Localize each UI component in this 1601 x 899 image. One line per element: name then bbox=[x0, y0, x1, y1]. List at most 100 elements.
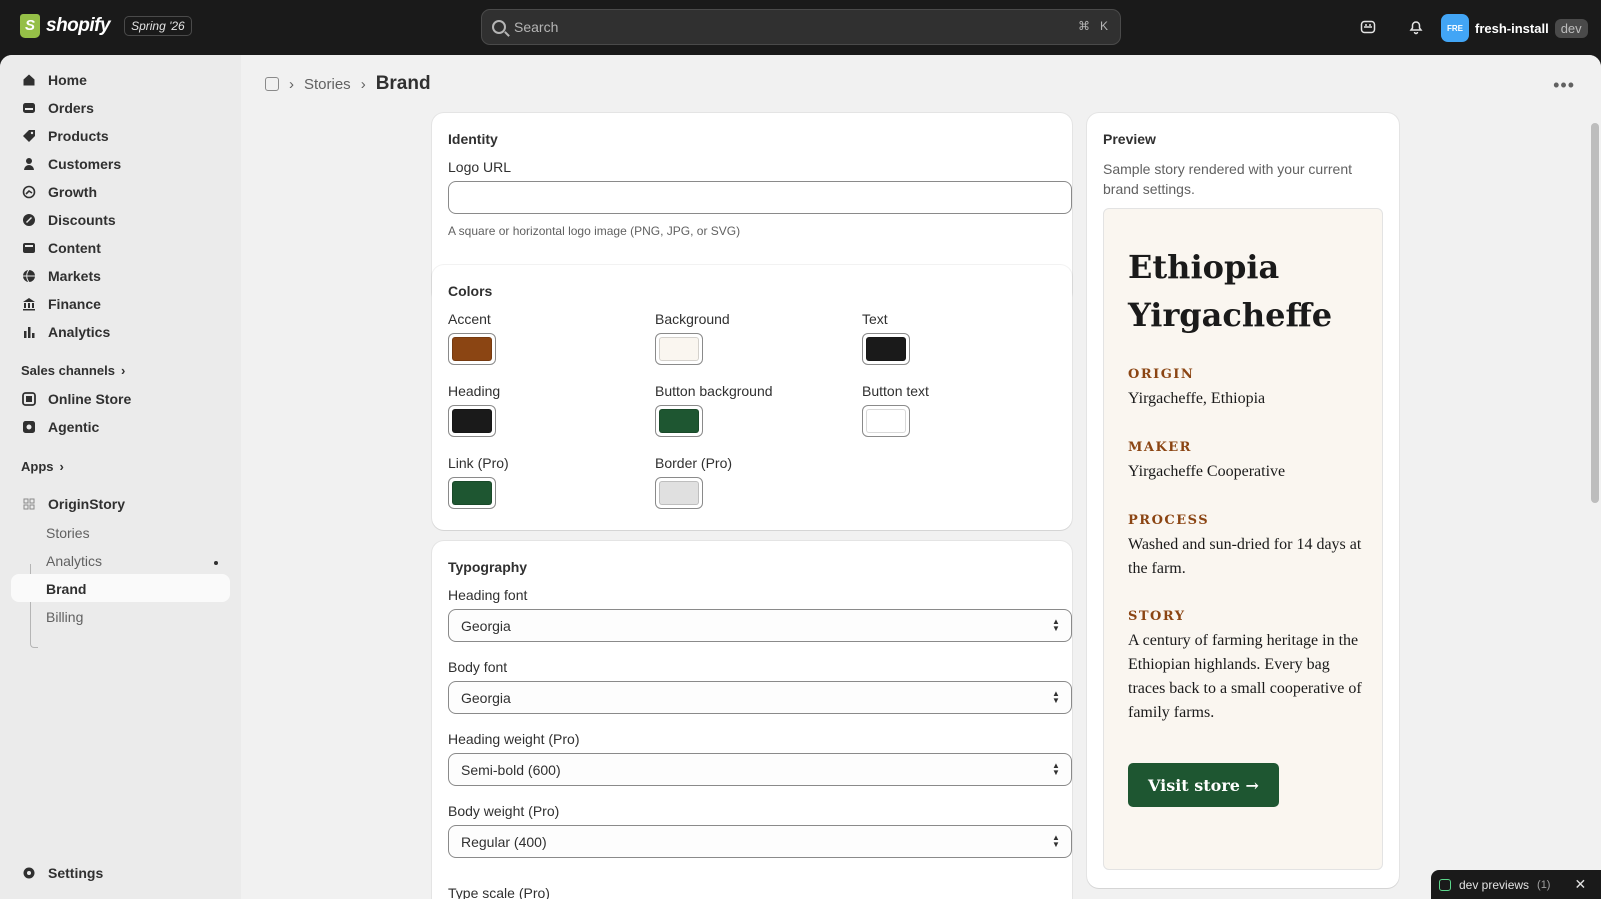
agentic-icon bbox=[22, 420, 36, 434]
color-swatch[interactable] bbox=[655, 477, 703, 509]
typography-select[interactable]: Georgia ▲ ▼ bbox=[448, 609, 1072, 642]
sidebar-item-finance[interactable]: Finance bbox=[10, 290, 230, 318]
sidebar-item-growth[interactable]: Growth bbox=[10, 178, 230, 206]
k-key: K bbox=[1099, 19, 1108, 33]
select-chevron-icon: ▲ ▼ bbox=[1052, 833, 1060, 849]
sidebar-item-home[interactable]: Home bbox=[10, 66, 230, 94]
toast-count: (1) bbox=[1537, 878, 1551, 891]
logo-url-input[interactable] bbox=[448, 181, 1072, 214]
color-swatch-fill bbox=[866, 409, 906, 433]
color-label: Accent bbox=[448, 311, 491, 327]
identity-title: Identity bbox=[448, 131, 498, 147]
colors-title: Colors bbox=[448, 283, 493, 299]
sidebar-item-products[interactable]: Products bbox=[10, 122, 230, 150]
process-text: Washed and sun-dried for 14 days at the … bbox=[1128, 536, 1362, 577]
sidebar-item-markets[interactable]: Markets bbox=[10, 262, 230, 290]
typography-select[interactable]: Semi-bold (600) ▲ ▼ bbox=[448, 753, 1072, 786]
color-swatch-fill bbox=[452, 481, 492, 505]
preview-title: Preview bbox=[1103, 131, 1156, 147]
sidebar-subitem-brand[interactable] bbox=[11, 574, 230, 602]
orders-icon bbox=[22, 101, 36, 115]
sidebar-item-online-store[interactable]: Online Store bbox=[10, 385, 230, 413]
visit-store-button[interactable]: Visit store → bbox=[1128, 763, 1279, 807]
apps-header[interactable]: Apps › bbox=[21, 459, 64, 474]
color-swatch[interactable] bbox=[448, 405, 496, 437]
chevron-right-icon: › bbox=[120, 363, 126, 378]
app-name: OriginStory bbox=[48, 496, 126, 512]
env-badge: dev bbox=[1554, 18, 1588, 38]
select-value: Georgia bbox=[461, 617, 511, 634]
color-label: Heading bbox=[448, 383, 501, 399]
sidebar-item-label: Online Store bbox=[48, 391, 132, 407]
shopify-logo[interactable]: shopify Spring '26 bbox=[20, 14, 192, 38]
sidebar-item-label: Analytics bbox=[48, 324, 111, 340]
color-label: Button background bbox=[655, 383, 773, 399]
typography-select[interactable]: Georgia ▲ ▼ bbox=[448, 681, 1072, 714]
more-actions-icon[interactable]: ••• bbox=[1553, 75, 1575, 96]
sidebar-item-label: Agentic bbox=[48, 419, 100, 435]
sidebar-item-label: Customers bbox=[48, 156, 122, 172]
shopify-bag-icon bbox=[20, 14, 40, 38]
command-key: ⌘ bbox=[1077, 19, 1090, 33]
main-content: › Stories › Brand ••• Identity Logo URL … bbox=[241, 55, 1601, 899]
typography-select[interactable]: Regular (400) ▲ ▼ bbox=[448, 825, 1072, 858]
sidebar-item-agentic[interactable]: Agentic bbox=[10, 413, 230, 441]
scrollbar-thumb[interactable] bbox=[1591, 123, 1599, 503]
select-value: Regular (400) bbox=[461, 833, 547, 850]
sidebar-item-orders[interactable]: Orders bbox=[10, 94, 230, 122]
dev-previews-toast[interactable]: dev previews (1) ✕ bbox=[1431, 870, 1601, 899]
top-bar: shopify Spring '26 Search ⌘ K FRE fresh-… bbox=[0, 0, 1601, 55]
sidebar-item-originstory[interactable]: OriginStory bbox=[10, 490, 230, 518]
story-text: A century of farming heritage in the Eth… bbox=[1128, 632, 1362, 721]
app-icon[interactable] bbox=[265, 77, 279, 91]
sidebar-item-analytics[interactable]: Analytics bbox=[10, 318, 230, 346]
app-grid-icon bbox=[22, 497, 36, 511]
store-name: fresh-install bbox=[1475, 20, 1549, 36]
color-swatch[interactable] bbox=[655, 405, 703, 437]
chevron-right-icon: › bbox=[59, 459, 64, 474]
color-swatch[interactable] bbox=[862, 405, 910, 437]
process-label: PROCESS bbox=[1128, 513, 1210, 528]
sales-channels-label: Sales channels bbox=[21, 363, 115, 378]
app-shell: Home Orders Products Customers Growth Di… bbox=[0, 55, 1601, 899]
sidebar-item-discounts[interactable]: Discounts bbox=[10, 206, 230, 234]
sidebar-subitem-analytics[interactable]: Analytics bbox=[46, 553, 102, 569]
sidebar-item-settings[interactable]: Settings bbox=[10, 859, 230, 887]
growth-icon bbox=[22, 185, 36, 199]
sidebar-item-label: Content bbox=[48, 240, 101, 256]
typography-card: Typography Type scale (Pro) Heading font… bbox=[432, 541, 1072, 899]
color-label: Text bbox=[862, 311, 888, 327]
close-icon[interactable]: ✕ bbox=[1574, 876, 1586, 893]
color-swatch-fill bbox=[659, 337, 699, 361]
sidebar-subitem-billing[interactable]: Billing bbox=[46, 609, 83, 625]
color-swatch[interactable] bbox=[448, 477, 496, 509]
type-scale-label: Type scale (Pro) bbox=[448, 885, 550, 899]
color-swatch-fill bbox=[452, 409, 492, 433]
sidebar-subitem-stories[interactable]: Stories bbox=[46, 525, 90, 541]
typography-field-label: Heading weight (Pro) bbox=[448, 731, 580, 747]
color-label: Background bbox=[655, 311, 730, 327]
sidebar-item-label: Markets bbox=[48, 268, 101, 284]
color-swatch-fill bbox=[659, 481, 699, 505]
select-chevron-icon: ▲ ▼ bbox=[1052, 761, 1060, 777]
color-swatch[interactable] bbox=[655, 333, 703, 365]
color-swatch[interactable] bbox=[862, 333, 910, 365]
breadcrumb-stories[interactable]: Stories bbox=[304, 76, 351, 93]
bell-icon[interactable] bbox=[1405, 16, 1427, 38]
sales-channels-header[interactable]: Sales channels › bbox=[21, 363, 125, 378]
scrollbar[interactable] bbox=[1589, 123, 1601, 563]
account-menu[interactable]: FRE fresh-install dev bbox=[1441, 14, 1588, 42]
typography-field-label: Body weight (Pro) bbox=[448, 803, 560, 819]
sidekick-icon[interactable] bbox=[1357, 16, 1379, 38]
select-value: Semi-bold (600) bbox=[461, 761, 561, 778]
preview-icon bbox=[1439, 878, 1451, 891]
toast-label: dev previews bbox=[1459, 877, 1530, 892]
gear-icon bbox=[22, 866, 36, 880]
global-search[interactable]: Search ⌘ K bbox=[481, 9, 1121, 45]
color-swatch[interactable] bbox=[448, 333, 496, 365]
search-icon bbox=[492, 20, 506, 34]
sidebar-item-customers[interactable]: Customers bbox=[10, 150, 230, 178]
chart-icon bbox=[22, 325, 36, 339]
sidebar-item-content[interactable]: Content bbox=[10, 234, 230, 262]
avatar: FRE bbox=[1441, 14, 1469, 42]
